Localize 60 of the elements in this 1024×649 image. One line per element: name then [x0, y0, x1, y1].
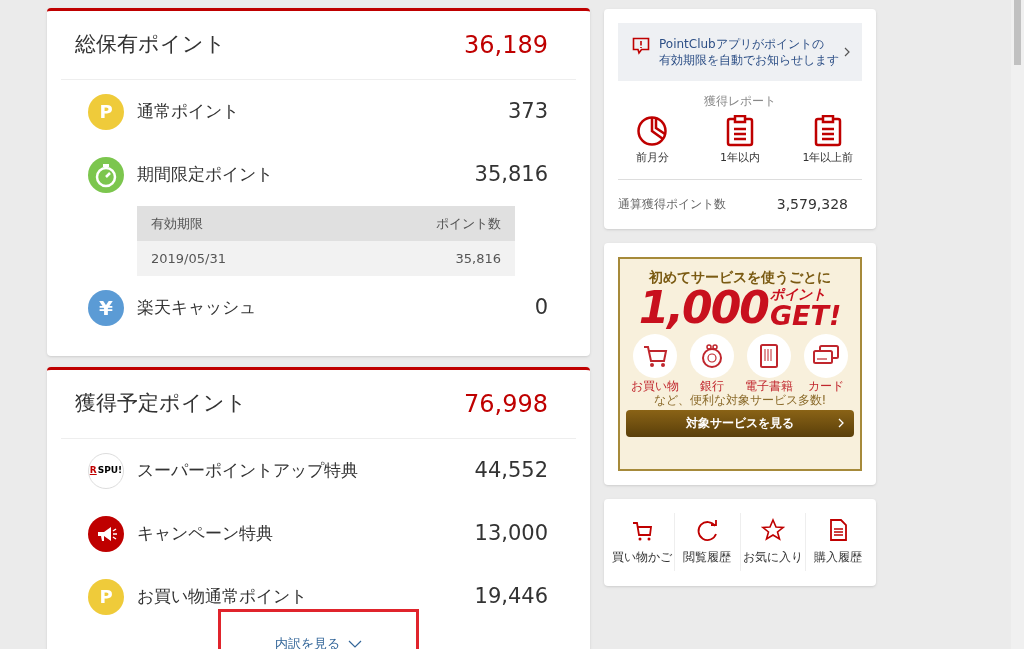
- banner-headline: 初めてサービスを使うごとに: [649, 267, 831, 287]
- spu-logo: RSPU!: [88, 452, 124, 489]
- yen-coin-icon: ¥: [88, 289, 124, 326]
- point-label: 期間限定ポイント: [137, 162, 274, 186]
- report-link[interactable]: 1年以内: [712, 115, 768, 167]
- point-value: 35,816: [474, 160, 548, 188]
- chevron-right-icon: [838, 418, 844, 428]
- shortcut-link[interactable]: 購入履歴: [804, 513, 870, 571]
- point-label: スーパーポイントアップ特典: [137, 458, 359, 482]
- point-label: キャンペーン特典: [137, 521, 274, 545]
- alert-speech-bubble-icon: [632, 37, 650, 55]
- point-value: 373: [507, 97, 548, 125]
- scrollbar-thumb[interactable]: [1014, 0, 1021, 65]
- service-label: 銀行: [699, 378, 724, 393]
- banner-get: GET!: [769, 301, 842, 330]
- chevron-right-icon: [844, 47, 850, 57]
- column-header: 有効期限: [151, 214, 203, 233]
- notice-banner[interactable]: PointClubアプリがポイントの 有効期限を自動でお知らせします: [618, 23, 862, 81]
- stopwatch-icon: [88, 156, 124, 193]
- lifetime-label: 通算獲得ポイント数: [618, 196, 726, 213]
- point-value: 0: [534, 293, 548, 321]
- pie-chart-icon: [636, 115, 668, 147]
- point-label: 楽天キャッシュ: [137, 295, 257, 319]
- total-points: 76,998: [464, 389, 548, 420]
- notice-text: 有効期限を自動でお知らせします: [659, 52, 840, 68]
- banner-note: など、便利な対象サービス多数!: [653, 392, 827, 407]
- clipboard-icon: [726, 115, 754, 147]
- service-label: 電子書籍: [744, 378, 793, 393]
- card-title: 獲得予定ポイント: [75, 390, 247, 418]
- point-coin-icon: P: [88, 578, 124, 615]
- report-title: 獲得レポート: [704, 93, 776, 110]
- lifetime-value: 3,579,328: [776, 194, 848, 214]
- scrollbar[interactable]: [1011, 0, 1024, 649]
- point-coin-icon: P: [88, 93, 124, 130]
- total-points: 36,189: [464, 30, 548, 61]
- refresh-icon: [695, 518, 720, 542]
- report-link[interactable]: 1年以上前: [800, 115, 856, 167]
- point-value: 19,446: [474, 582, 548, 610]
- banner-button[interactable]: 対象サービスを見る: [626, 409, 854, 437]
- megaphone-icon: [88, 515, 124, 552]
- service-label: お買い物: [630, 378, 679, 393]
- point-value: 44,552: [474, 456, 548, 484]
- banner-unit: ポイント: [769, 286, 826, 302]
- notice-text: PointClubアプリがポイントの: [659, 36, 825, 52]
- report-link[interactable]: 前月分: [624, 115, 680, 167]
- table-cell-text: 35,816: [455, 249, 501, 268]
- banner-amount: 1,000: [638, 285, 768, 330]
- table-cell-text: 2019/05/31: [151, 249, 226, 268]
- star-icon: [760, 518, 785, 542]
- point-label: お買い物通常ポイント: [137, 584, 308, 608]
- shortcut-link[interactable]: 買い物かご: [610, 513, 675, 571]
- chevron-down-icon: [348, 639, 362, 648]
- shortcut-link[interactable]: 閲覧履歴: [674, 513, 740, 571]
- card-title: 総保有ポイント: [75, 31, 226, 59]
- point-value: 13,000: [474, 519, 548, 547]
- column-header: ポイント数: [436, 214, 501, 233]
- point-label: 通常ポイント: [137, 99, 240, 123]
- shortcut-link[interactable]: お気に入り: [739, 513, 805, 571]
- clipboard-icon: [814, 115, 842, 147]
- service-label: カード: [807, 378, 844, 393]
